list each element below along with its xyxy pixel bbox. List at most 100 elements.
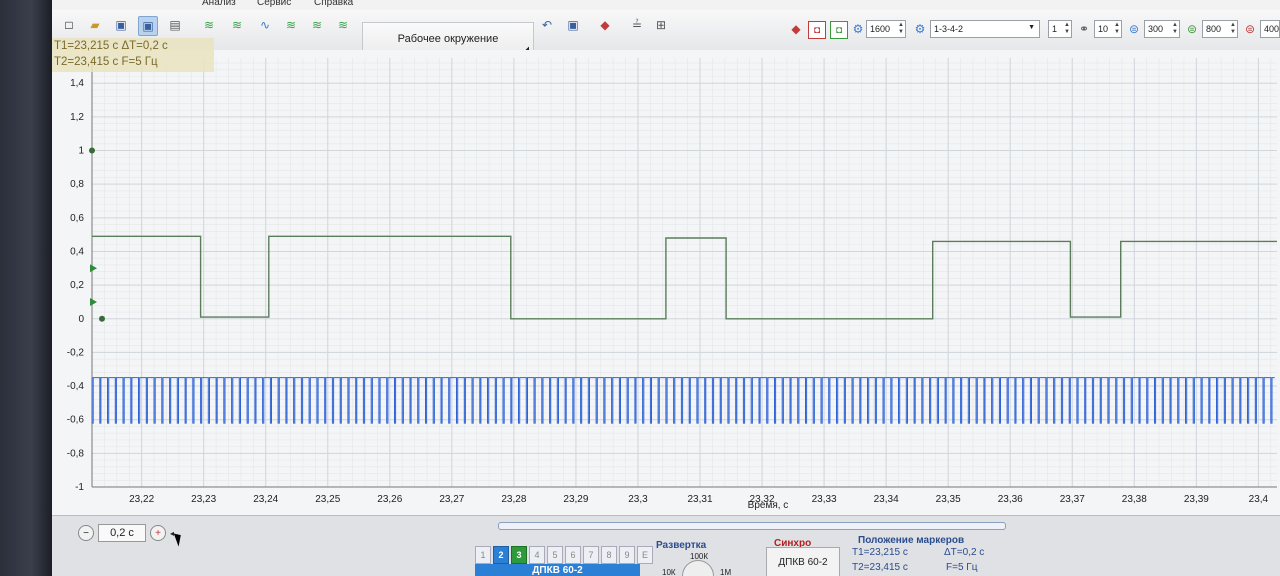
zoom-out-icon[interactable]: − bbox=[78, 525, 94, 541]
sync-source-value: ДПКВ 60-2 bbox=[778, 556, 828, 568]
workspace-label: Рабочее окружение bbox=[397, 33, 499, 45]
new-file-icon[interactable]: □ bbox=[60, 16, 78, 34]
filter-1-icon[interactable]: ≋ bbox=[200, 16, 218, 34]
marker-position-dt: ΔT=0,2 с bbox=[944, 547, 985, 558]
x-tick-label: 23,39 bbox=[1184, 494, 1209, 505]
x-tick-label: 23,23 bbox=[191, 494, 216, 505]
y-tick-label: 0 bbox=[78, 314, 84, 325]
bottom-panel: − 0,2 с + ◂ 1 2 3 4 5 6 7 8 9 E ДПКВ 60-… bbox=[52, 515, 1280, 576]
channel-tab-9[interactable]: 9 bbox=[619, 546, 635, 564]
x-tick-label: 23,31 bbox=[687, 494, 712, 505]
x-tick-label: 23,26 bbox=[377, 494, 402, 505]
zoom-value: 0,2 с bbox=[98, 524, 146, 542]
channel-1-offset-marker bbox=[90, 264, 97, 273]
y-tick-label: 0,6 bbox=[70, 213, 84, 224]
horizontal-scrollbar[interactable] bbox=[498, 522, 1006, 530]
x-tick-label: 23,29 bbox=[563, 494, 588, 505]
channel-tab-4[interactable]: 4 bbox=[529, 546, 545, 564]
channel-tab-1[interactable]: 1 bbox=[475, 546, 491, 564]
value-10-spinner[interactable]: 10 ▲ ▼ bbox=[1094, 20, 1122, 38]
channel-tab-7[interactable]: 7 bbox=[583, 546, 599, 564]
cylinder-red-icon[interactable]: ◘ bbox=[808, 21, 826, 39]
angle-icon: ⚭ bbox=[1078, 22, 1090, 36]
sweep-title: Развертка bbox=[656, 540, 707, 551]
filter-5-icon[interactable]: ≋ bbox=[334, 16, 352, 34]
save-as-icon[interactable]: ▣ bbox=[138, 16, 158, 36]
firing-order-value: 1-3-4-2 bbox=[934, 24, 964, 34]
x-tick-label: 23,35 bbox=[936, 494, 961, 505]
y-tick-label: 1,2 bbox=[70, 112, 84, 123]
menu-item-analysis[interactable]: Анализ bbox=[202, 0, 236, 8]
value-800: 800 bbox=[1206, 24, 1222, 34]
value-300-spinner[interactable]: 300 ▲ ▼ bbox=[1144, 20, 1180, 38]
y-tick-label: 0,8 bbox=[70, 179, 84, 190]
x-tick-label: 23,38 bbox=[1122, 494, 1147, 505]
marker-position-f: F=5 Гц bbox=[946, 562, 978, 573]
spinner-arrows-icon: ▲ ▼ bbox=[898, 22, 904, 35]
channel-tab-6[interactable]: 6 bbox=[565, 546, 581, 564]
red-probe-icon[interactable]: ◆ bbox=[788, 21, 804, 37]
rpm-value: 1600 bbox=[870, 24, 891, 34]
y-tick-label: -0,8 bbox=[67, 448, 85, 459]
channel-tabs: 1 2 3 4 5 6 7 8 9 E bbox=[475, 546, 653, 564]
channel-tab-8[interactable]: 8 bbox=[601, 546, 617, 564]
dropdown-arrow-icon: ▼ bbox=[1028, 24, 1035, 31]
marker-position-title: Положение маркеров bbox=[858, 535, 965, 546]
marker-readout-overlay: T1=23,215 с ΔT=0,2 с T2=23,415 с F=5 Гц bbox=[52, 38, 214, 72]
channel-1-trigger-marker bbox=[90, 297, 97, 306]
zoom-in-icon[interactable]: + bbox=[150, 525, 166, 541]
undo-icon[interactable]: ↶ bbox=[538, 16, 556, 34]
save-icon[interactable]: ▣ bbox=[112, 16, 130, 34]
x-tick-label: 23,24 bbox=[253, 494, 278, 505]
y-tick-label: 1,4 bbox=[70, 78, 84, 89]
spinner-arrows-icon: ▲ ▼ bbox=[1114, 22, 1120, 35]
oscillogram-plot[interactable]: 1,4 1,2 1 0,8 0,6 0,4 0,2 0 -0,2 -0,4 -0,6 -0,8 -1 2… bbox=[52, 50, 1280, 515]
sweep-knob[interactable] bbox=[682, 560, 714, 576]
print-icon[interactable]: ▤ bbox=[166, 16, 184, 34]
cylinder-green-icon[interactable]: ◘ bbox=[830, 21, 848, 39]
spinner-arrows-icon: ▲ ▼ bbox=[1172, 22, 1178, 35]
y-tick-label: -0,2 bbox=[67, 347, 85, 358]
value-800-spinner[interactable]: 800 ▲ ▼ bbox=[1202, 20, 1238, 38]
sync-source-select[interactable]: ДПКВ 60-2 bbox=[766, 547, 840, 576]
channel-tab-2[interactable]: 2 bbox=[493, 546, 509, 564]
filter-3-icon[interactable]: ≋ bbox=[282, 16, 300, 34]
y-tick-label: -1 bbox=[75, 482, 84, 493]
scale-icon[interactable]: ⊞ bbox=[652, 16, 670, 34]
filter-2-icon[interactable]: ≋ bbox=[228, 16, 246, 34]
value-4000-spinner[interactable]: 4000 bbox=[1260, 20, 1280, 38]
marker-readout-line2: T2=23,415 с F=5 Гц bbox=[54, 56, 158, 68]
channel-tab-e[interactable]: E bbox=[637, 546, 653, 564]
sweep-label-right: 1М bbox=[720, 568, 732, 576]
low-threshold-icon: ⊜ bbox=[1128, 22, 1140, 36]
ruler-icon[interactable]: ≟ bbox=[628, 16, 646, 34]
y-tick-label: 1 bbox=[78, 146, 84, 157]
marker-readout-line1: T1=23,215 с ΔT=0,2 с bbox=[54, 40, 168, 52]
x-tick-label: 23,37 bbox=[1060, 494, 1085, 505]
y-tick-label: -0,6 bbox=[67, 415, 85, 426]
channel-tab-5[interactable]: 5 bbox=[547, 546, 563, 564]
open-folder-icon[interactable]: ▰ bbox=[86, 16, 104, 34]
menu-item-help[interactable]: Справка bbox=[314, 0, 353, 8]
x-tick-label: 23,28 bbox=[501, 494, 526, 505]
menu-item-service[interactable]: Сервис bbox=[257, 0, 291, 8]
x-tick-label: 23,4 bbox=[1249, 494, 1269, 505]
firing-order-icon: ⚙ bbox=[914, 22, 926, 36]
channel-1-step-trace bbox=[92, 235, 1277, 320]
oscillogram-svg: 1,4 1,2 1 0,8 0,6 0,4 0,2 0 -0,2 -0,4 -0,6 -0,8 -1 2… bbox=[67, 58, 1277, 511]
wave-icon[interactable]: ∿ bbox=[256, 16, 274, 34]
channel-tab-3[interactable]: 3 bbox=[511, 546, 527, 564]
firing-order-select[interactable]: 1-3-4-2 ▼ bbox=[930, 20, 1040, 38]
rpm-spinner[interactable]: 1600 ▲ ▼ bbox=[866, 20, 906, 38]
time-zoom-control: − 0,2 с + ◂ bbox=[78, 524, 174, 542]
cylinder-spinner[interactable]: 1 ▲ ▼ bbox=[1048, 20, 1072, 38]
toolbar: □ ▰ ▣ ▣ ▤ ≋ ≋ ∿ ≋ ≋ ≋ Рабочее окружение … bbox=[52, 10, 1280, 56]
x-tick-label: 23,34 bbox=[874, 494, 899, 505]
eraser-icon[interactable]: ◆ bbox=[596, 16, 614, 34]
channel-1-zero-marker bbox=[99, 315, 105, 322]
spinner-arrows-icon: ▲ ▼ bbox=[1230, 22, 1236, 35]
filter-4-icon[interactable]: ≋ bbox=[308, 16, 326, 34]
export-icon[interactable]: ▣ bbox=[564, 16, 582, 34]
x-tick-label: 23,3 bbox=[628, 494, 648, 505]
sweep-label-left: 10К bbox=[662, 568, 676, 576]
